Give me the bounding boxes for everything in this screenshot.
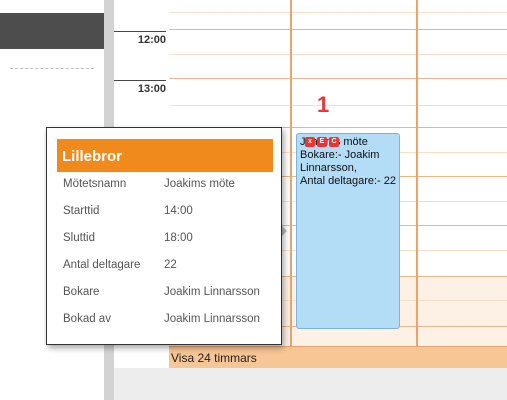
row-label: Mötetsnamn	[63, 178, 127, 190]
booking-details-popup: Lillebror Mötetsnamn Joakims möte Startt…	[46, 127, 282, 345]
popup-row-start-time: Starttid 14:00	[63, 205, 273, 221]
booking-actions: x E C	[305, 137, 339, 147]
edit-icon[interactable]: E	[317, 137, 327, 147]
row-label: Bokad av	[63, 313, 111, 325]
day-column[interactable]	[417, 0, 507, 346]
row-label: Starttid	[63, 205, 100, 217]
popup-row-meeting-name: Mötetsnamn Joakims möte	[63, 178, 273, 194]
left-panel-divider	[10, 68, 94, 69]
popup-row-attendees: Antal deltagare 22	[63, 259, 273, 275]
row-value: Joakim Linnarsson	[164, 313, 260, 325]
popup-row-booker: Bokare Joakim Linnarsson	[63, 286, 273, 302]
row-value: Joakims möte	[164, 178, 235, 190]
show-24-hours-toggle[interactable]: Visa 24 timmars	[169, 346, 507, 368]
row-label: Sluttid	[63, 232, 95, 244]
popup-pointer	[282, 226, 287, 236]
row-label: Antal deltagare	[63, 259, 141, 271]
row-value: 18:00	[164, 232, 193, 244]
popup-title: Lillebror	[57, 139, 273, 172]
time-label-1200: 12:00	[114, 31, 166, 46]
time-label-1300: 13:00	[114, 80, 166, 95]
number-marker: 1	[317, 92, 330, 117]
popup-row-booked-by: Bokad av Joakim Linnarsson	[63, 313, 273, 329]
booking-block[interactable]: Joakims möte Bokare:- Joakim Linnarsson,…	[296, 133, 400, 329]
row-value: 14:00	[164, 205, 193, 217]
left-panel-header	[0, 13, 104, 49]
delete-icon[interactable]: x	[305, 137, 315, 147]
row-value: Joakim Linnarsson	[164, 286, 260, 298]
row-label: Bokare	[63, 286, 100, 298]
popup-row-end-time: Sluttid 18:00	[63, 232, 273, 248]
copy-icon[interactable]: C	[329, 137, 339, 147]
row-value: 22	[164, 259, 177, 271]
